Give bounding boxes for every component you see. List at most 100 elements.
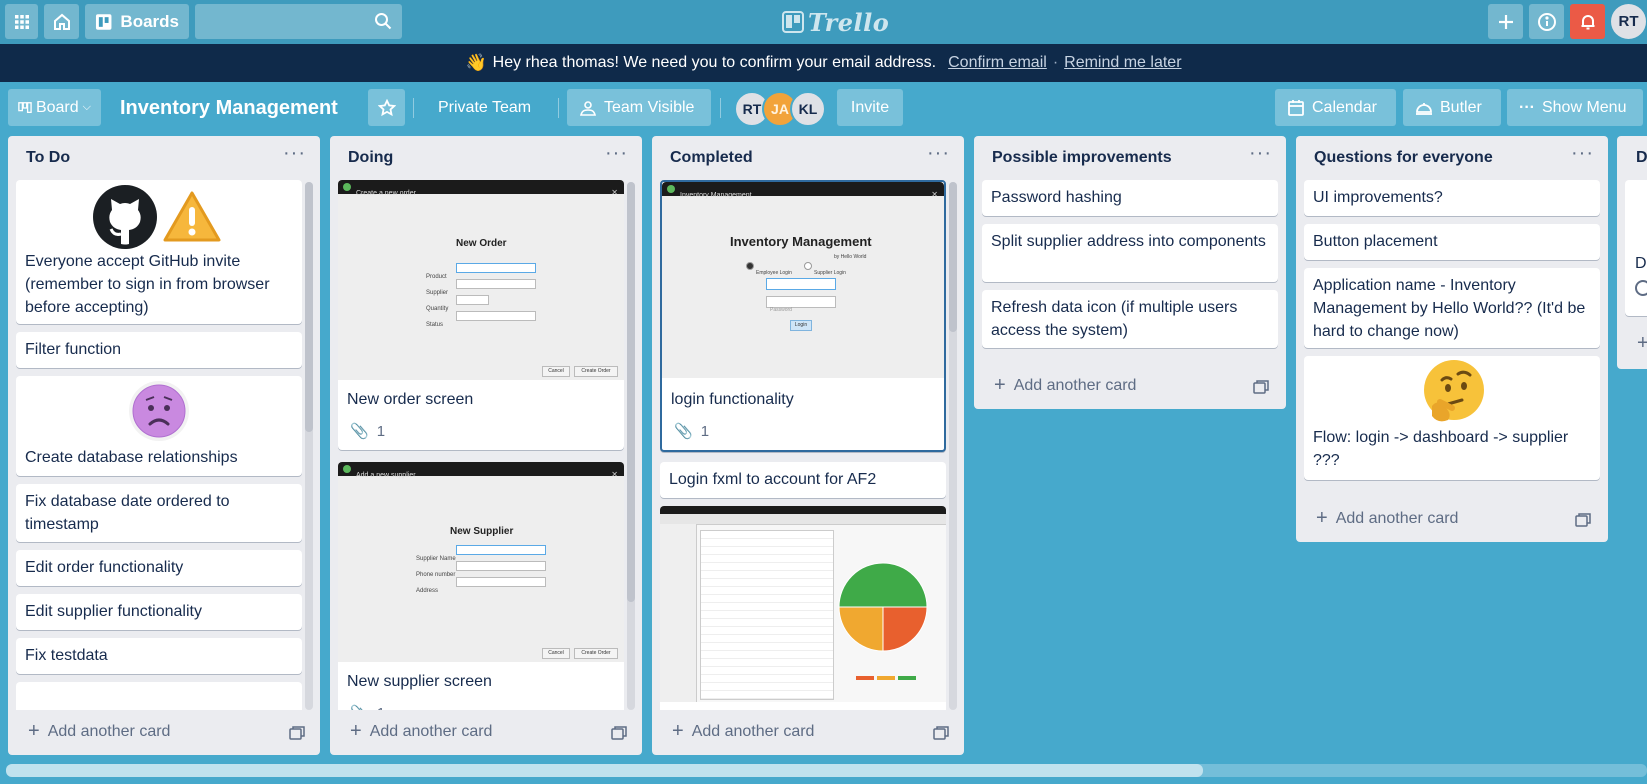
screenshot-titlebar: Create a new order ✕ xyxy=(338,180,624,197)
list-card[interactable]: Inventory Management xyxy=(660,506,946,710)
screenshot-button: Login xyxy=(790,320,812,331)
list-scrollbar[interactable] xyxy=(305,182,313,710)
list-completed: Completed ··· Inventory Management ✕ Inv… xyxy=(652,136,964,755)
card-template-icon[interactable] xyxy=(1575,512,1591,528)
board-scrollbar-thumb[interactable] xyxy=(6,764,1203,777)
list-scrollbar-thumb[interactable] xyxy=(949,182,957,332)
home-button[interactable] xyxy=(44,4,79,39)
show-menu-button[interactable]: ··· Show Menu xyxy=(1507,89,1643,126)
list-scrollbar-thumb[interactable] xyxy=(305,182,313,432)
notifications-button[interactable] xyxy=(1570,4,1605,39)
board-title[interactable]: Inventory Management xyxy=(120,92,338,124)
add-card-button[interactable]: + Add another card xyxy=(350,720,492,743)
list-card[interactable]: Password hashing xyxy=(982,180,1278,216)
card-template-icon[interactable] xyxy=(933,725,949,741)
info-button[interactable] xyxy=(1529,4,1564,39)
list-card[interactable]: Create a new order ✕ New Order Product S… xyxy=(338,180,624,450)
create-button[interactable] xyxy=(1488,4,1523,39)
list-card[interactable]: Application name - Inventory Management … xyxy=(1304,268,1600,348)
list-menu-button[interactable]: ··· xyxy=(283,142,306,165)
list-title[interactable]: Doing xyxy=(348,149,393,167)
team-button[interactable]: Private Team xyxy=(422,89,550,126)
card-list: Create a new order ✕ New Order Product S… xyxy=(338,180,624,710)
list-menu-button[interactable]: ··· xyxy=(1249,142,1272,165)
screenshot-titlebar: Inventory Management xyxy=(660,506,946,520)
list-card[interactable]: D xyxy=(1625,180,1647,316)
list-title[interactable]: Questions for everyone xyxy=(1314,149,1493,167)
screenshot-titlebar: Inventory Management ✕ xyxy=(662,182,944,199)
screenshot-field xyxy=(456,279,536,289)
attachment-count: 1 xyxy=(700,423,710,440)
calendar-icon xyxy=(1288,99,1304,116)
visibility-button[interactable]: Team Visible xyxy=(567,89,711,126)
home-icon xyxy=(53,13,70,30)
list-questions-for-everyone: Questions for everyone ··· UI improvemen… xyxy=(1296,136,1608,542)
list-card[interactable]: Edit supplier functionality xyxy=(16,594,302,630)
invite-button[interactable]: Invite xyxy=(837,89,903,126)
list-title[interactable]: To Do xyxy=(26,149,70,167)
apps-menu-button[interactable] xyxy=(5,4,38,39)
list-card[interactable]: Add a new supplier ✕ New Supplier Suppli… xyxy=(338,462,624,710)
add-card-button[interactable]: + Add another card xyxy=(1316,507,1458,530)
confirm-email-link[interactable]: Confirm email xyxy=(948,54,1047,72)
trello-logo[interactable]: Trello xyxy=(782,8,889,37)
list-card[interactable]: Create database relationships xyxy=(16,376,302,476)
butler-button[interactable]: Butler xyxy=(1403,89,1501,126)
card-template-icon[interactable] xyxy=(289,725,305,741)
list-menu-button[interactable]: ··· xyxy=(605,142,628,165)
warning-icon xyxy=(163,191,221,242)
list-card[interactable]: Split supplier address into components xyxy=(982,224,1278,282)
list-card[interactable]: Everyone accept GitHub invite (remember … xyxy=(16,180,302,324)
pie-slice xyxy=(838,562,928,608)
list-title[interactable]: D xyxy=(1636,149,1647,167)
list-card[interactable] xyxy=(16,682,302,710)
add-card-button[interactable]: + Add another card xyxy=(672,720,814,743)
list-card[interactable]: Login fxml to account for AF2 xyxy=(660,462,946,498)
search-input[interactable] xyxy=(195,4,402,39)
calendar-button[interactable]: Calendar xyxy=(1275,89,1396,126)
boards-label: Boards xyxy=(120,11,179,31)
member-avatar[interactable]: KL xyxy=(790,91,826,127)
list-title[interactable]: Completed xyxy=(670,149,753,167)
list-card[interactable]: Fix testdata xyxy=(16,638,302,674)
list-scrollbar-thumb[interactable] xyxy=(627,182,635,602)
card-template-icon[interactable] xyxy=(1253,379,1269,395)
list-card[interactable]: Flow: login -> dashboard -> supplier ??? xyxy=(1304,356,1600,480)
list-card[interactable]: Filter function xyxy=(16,332,302,368)
add-card-label: Add another card xyxy=(1013,376,1137,394)
card-title: Fix database date ordered to timestamp xyxy=(25,493,230,533)
chevron-down-icon: ⌵ xyxy=(82,101,91,113)
list-card[interactable]: Edit order functionality xyxy=(16,550,302,586)
list-card[interactable]: Fix database date ordered to timestamp xyxy=(16,484,302,542)
list-card[interactable]: Refresh data icon (if multiple users acc… xyxy=(982,290,1278,348)
list-title[interactable]: Possible improvements xyxy=(992,149,1172,167)
star-board-button[interactable] xyxy=(368,89,405,126)
list-card[interactable]: Button placement xyxy=(1304,224,1600,260)
screenshot-heading: New Supplier xyxy=(450,526,514,537)
screenshot-sidebar xyxy=(660,524,697,702)
list-scrollbar[interactable] xyxy=(949,182,957,710)
user-avatar[interactable]: RT xyxy=(1611,4,1646,39)
board-switcher-label: Board xyxy=(35,98,79,116)
list-card[interactable]: UI improvements? xyxy=(1304,180,1600,216)
board-horizontal-scrollbar[interactable] xyxy=(6,764,1647,777)
card-template-icon[interactable] xyxy=(611,725,627,741)
list-menu-button[interactable]: ··· xyxy=(1571,142,1594,165)
card-title: Password hashing xyxy=(991,189,1122,206)
boards-button[interactable]: Boards xyxy=(85,4,189,39)
screenshot-field xyxy=(456,545,546,555)
add-card-button[interactable]: + Add another card xyxy=(28,720,170,743)
screenshot-button: Cancel xyxy=(542,648,570,659)
screenshot-toolbar xyxy=(660,514,946,525)
card-title: Create database relationships xyxy=(25,449,238,466)
board-switcher-button[interactable]: Board ⌵ xyxy=(8,89,101,126)
list-scrollbar[interactable] xyxy=(627,182,635,710)
add-card-button[interactable]: + Add another card xyxy=(994,374,1136,397)
list-menu-button[interactable]: ··· xyxy=(927,142,950,165)
plus-icon[interactable]: + xyxy=(1637,332,1647,355)
wave-icon: 👋 xyxy=(465,53,487,72)
remind-later-link[interactable]: Remind me later xyxy=(1064,54,1181,72)
app-icon xyxy=(343,183,351,191)
list-card[interactable]: Inventory Management ✕ Inventory Managem… xyxy=(660,180,946,452)
header-separator xyxy=(558,98,559,118)
